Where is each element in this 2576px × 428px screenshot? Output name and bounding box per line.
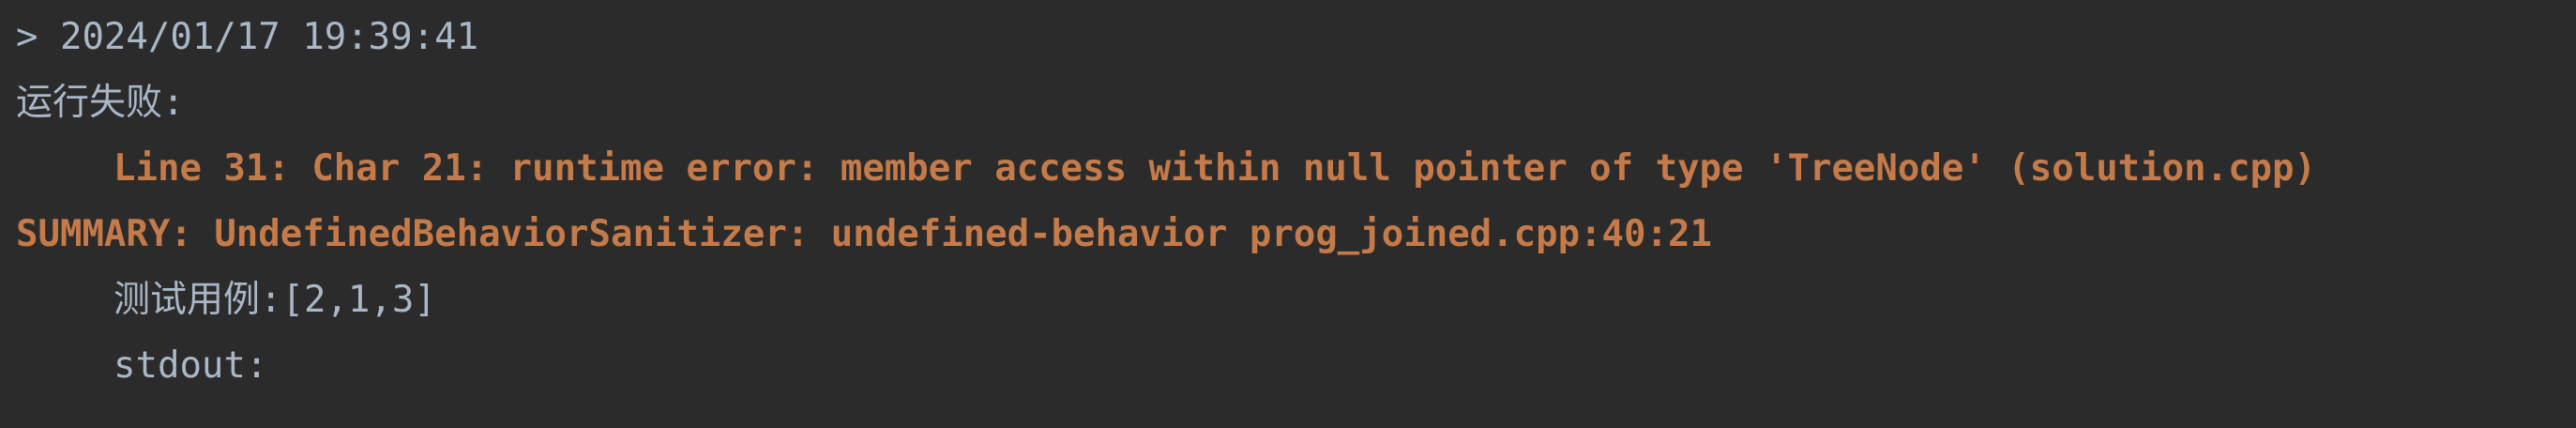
run-status-label: 运行失败:: [16, 82, 185, 124]
run-output-console: > 2024/01/17 19:39:41 运行失败: Line 31: Cha…: [0, 0, 2576, 428]
runtime-error-message: Line 31: Char 21: runtime error: member …: [114, 147, 2316, 190]
test-case-line: 测试用例:[2,1,3]: [114, 279, 436, 321]
run-timestamp: > 2024/01/17 19:39:41: [16, 16, 479, 58]
sanitizer-summary: SUMMARY: UndefinedBehaviorSanitizer: und…: [16, 213, 1712, 255]
stdout-label: stdout:: [114, 344, 268, 387]
